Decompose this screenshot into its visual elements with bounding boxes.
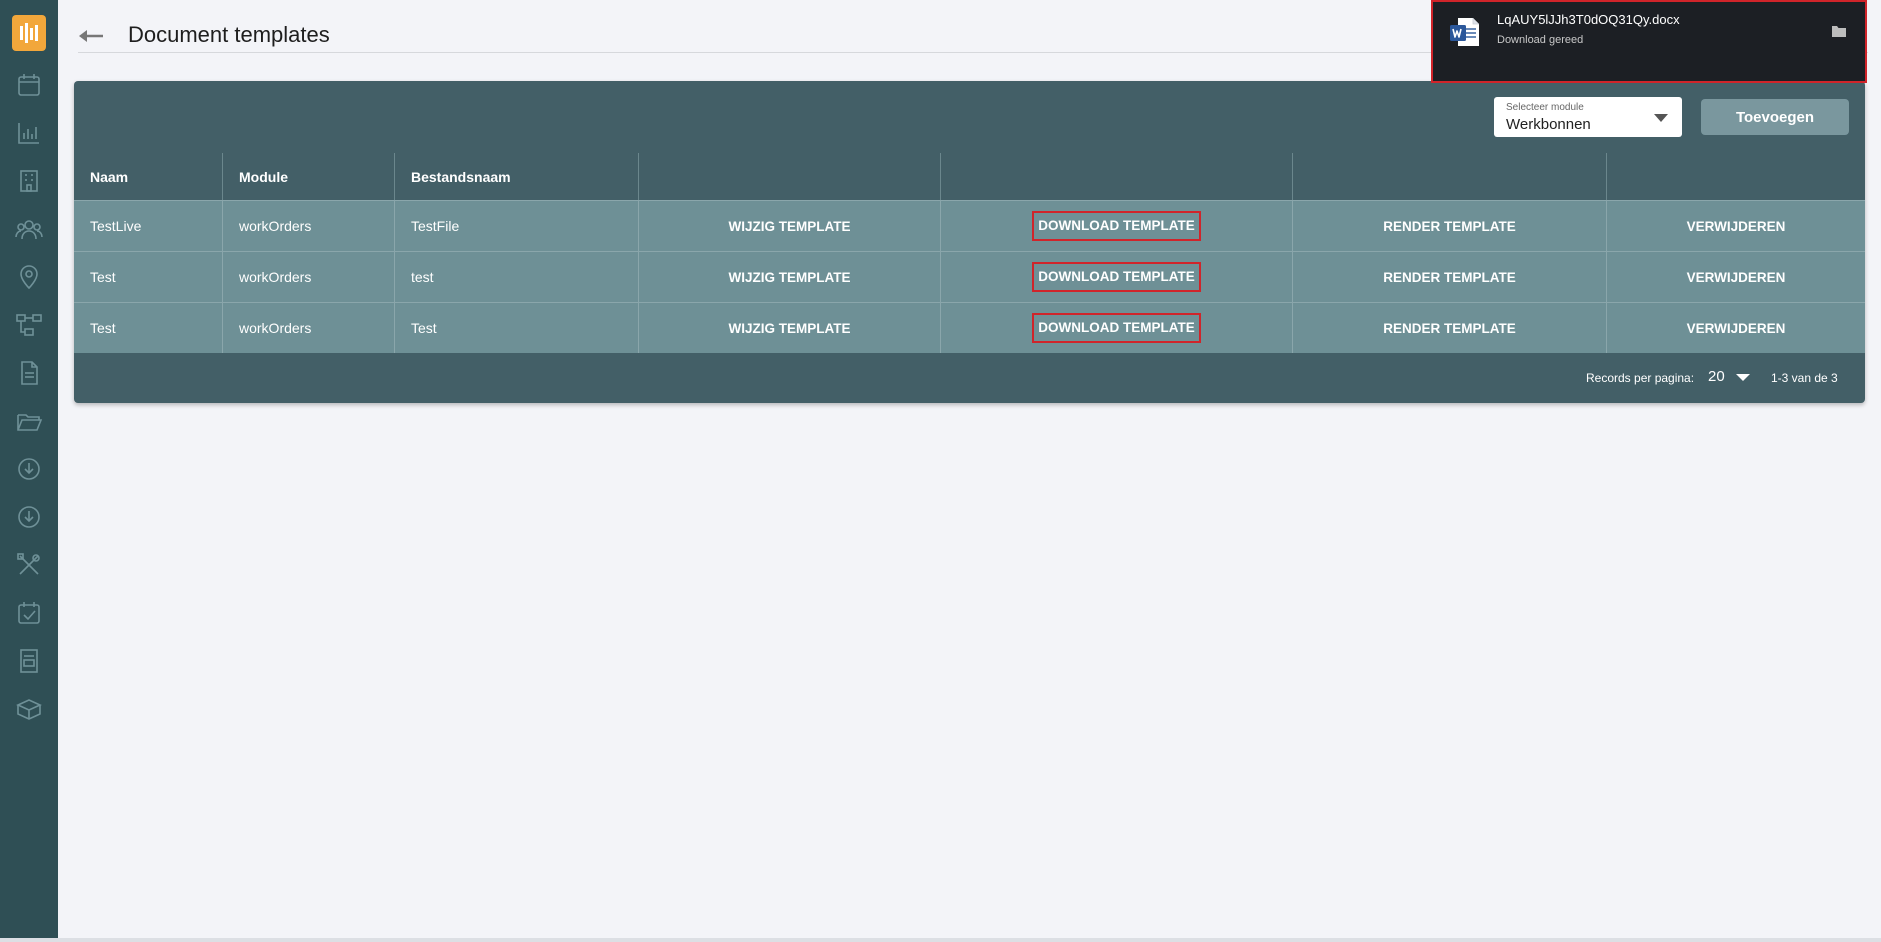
- document-icon[interactable]: [12, 356, 46, 390]
- module-select[interactable]: Selecteer module Werkbonnen: [1494, 97, 1682, 137]
- column-header-module[interactable]: Module: [222, 153, 394, 200]
- edit-template-button[interactable]: WIJZIG TEMPLATE: [638, 303, 940, 353]
- column-header-empty: [1606, 153, 1865, 200]
- sidebar: [0, 0, 58, 942]
- records-per-page-label: Records per pagina:: [1586, 371, 1695, 385]
- download-notification[interactable]: LqAUY5lJJh3T0dOQ31Qy.docx Download geree…: [1431, 0, 1867, 83]
- column-header-empty: [1292, 153, 1606, 200]
- chart-icon[interactable]: [12, 116, 46, 150]
- delete-button[interactable]: VERWIJDEREN: [1606, 252, 1865, 302]
- edit-template-button[interactable]: WIJZIG TEMPLATE: [638, 252, 940, 302]
- pagination: Records per pagina: 20 1-3 van de 3: [74, 353, 1865, 403]
- folder-icon[interactable]: [1831, 24, 1847, 38]
- pagination-range: 1-3 van de 3: [1771, 371, 1838, 385]
- download-template-button[interactable]: DOWNLOAD TEMPLATE: [1032, 313, 1201, 343]
- cell-bestandsnaam: Test: [394, 303, 638, 353]
- records-per-page-select[interactable]: 20: [1708, 368, 1725, 385]
- download-status: Download gereed: [1497, 34, 1584, 46]
- download-template-cell: DOWNLOAD TEMPLATE: [940, 252, 1292, 302]
- back-arrow-icon[interactable]: [78, 24, 106, 48]
- add-button[interactable]: Toevoegen: [1701, 99, 1849, 135]
- page-title: Document templates: [128, 22, 330, 47]
- column-header-empty: [638, 153, 940, 200]
- download-template-button[interactable]: DOWNLOAD TEMPLATE: [1032, 262, 1201, 292]
- table-row: Test workOrders Test WIJZIG TEMPLATE DOW…: [74, 302, 1865, 353]
- cell-naam: TestLive: [90, 218, 142, 234]
- delete-button[interactable]: VERWIJDEREN: [1606, 303, 1865, 353]
- building-icon[interactable]: [12, 164, 46, 198]
- download-template-cell: DOWNLOAD TEMPLATE: [940, 303, 1292, 353]
- download-template-cell: DOWNLOAD TEMPLATE: [940, 201, 1292, 251]
- logo-icon: [20, 23, 38, 43]
- tools-icon[interactable]: [12, 548, 46, 582]
- cell-module: workOrders: [222, 252, 394, 302]
- download-template-button[interactable]: DOWNLOAD TEMPLATE: [1032, 211, 1201, 241]
- module-select-value: Werkbonnen: [1506, 116, 1591, 133]
- table-row: Test workOrders test WIJZIG TEMPLATE DOW…: [74, 251, 1865, 302]
- download-circle-icon[interactable]: [12, 500, 46, 534]
- workflow-icon[interactable]: [12, 308, 46, 342]
- render-template-button[interactable]: RENDER TEMPLATE: [1292, 201, 1606, 251]
- calendar-icon[interactable]: [12, 68, 46, 102]
- word-document-icon: [1450, 18, 1479, 46]
- download-circle-icon[interactable]: [12, 452, 46, 486]
- bottom-strip: [0, 938, 1881, 942]
- cell-module: workOrders: [222, 303, 394, 353]
- render-template-button[interactable]: RENDER TEMPLATE: [1292, 252, 1606, 302]
- chevron-down-icon[interactable]: [1736, 374, 1750, 381]
- cell-module: workOrders: [222, 201, 394, 251]
- module-select-label: Selecteer module: [1506, 102, 1584, 113]
- users-icon[interactable]: [12, 212, 46, 246]
- edit-template-button[interactable]: WIJZIG TEMPLATE: [638, 201, 940, 251]
- templates-table: Naam Module Bestandsnaam TestLive workOr…: [74, 153, 1865, 353]
- cell-naam: Test: [90, 269, 116, 285]
- templates-card: Selecteer module Werkbonnen Toevoegen Na…: [74, 81, 1865, 403]
- calendar-check-icon[interactable]: [12, 596, 46, 630]
- cell-bestandsnaam: TestFile: [394, 201, 638, 251]
- table-header: Naam Module Bestandsnaam: [74, 153, 1865, 200]
- folder-open-icon[interactable]: [12, 404, 46, 438]
- cell-bestandsnaam: test: [394, 252, 638, 302]
- column-header-bestandsnaam[interactable]: Bestandsnaam: [394, 153, 638, 200]
- download-filename: LqAUY5lJJh3T0dOQ31Qy.docx: [1497, 12, 1680, 27]
- table-row: TestLive workOrders TestFile WIJZIG TEMP…: [74, 200, 1865, 251]
- location-icon[interactable]: [12, 260, 46, 294]
- cell-naam: Test: [90, 320, 116, 336]
- form-icon[interactable]: [12, 644, 46, 678]
- column-header-empty: [940, 153, 1292, 200]
- delete-button[interactable]: VERWIJDEREN: [1606, 201, 1865, 251]
- column-header-naam[interactable]: Naam: [74, 153, 222, 200]
- render-template-button[interactable]: RENDER TEMPLATE: [1292, 303, 1606, 353]
- app-logo[interactable]: [12, 15, 46, 51]
- box-icon[interactable]: [12, 692, 46, 726]
- chevron-down-icon: [1654, 114, 1668, 122]
